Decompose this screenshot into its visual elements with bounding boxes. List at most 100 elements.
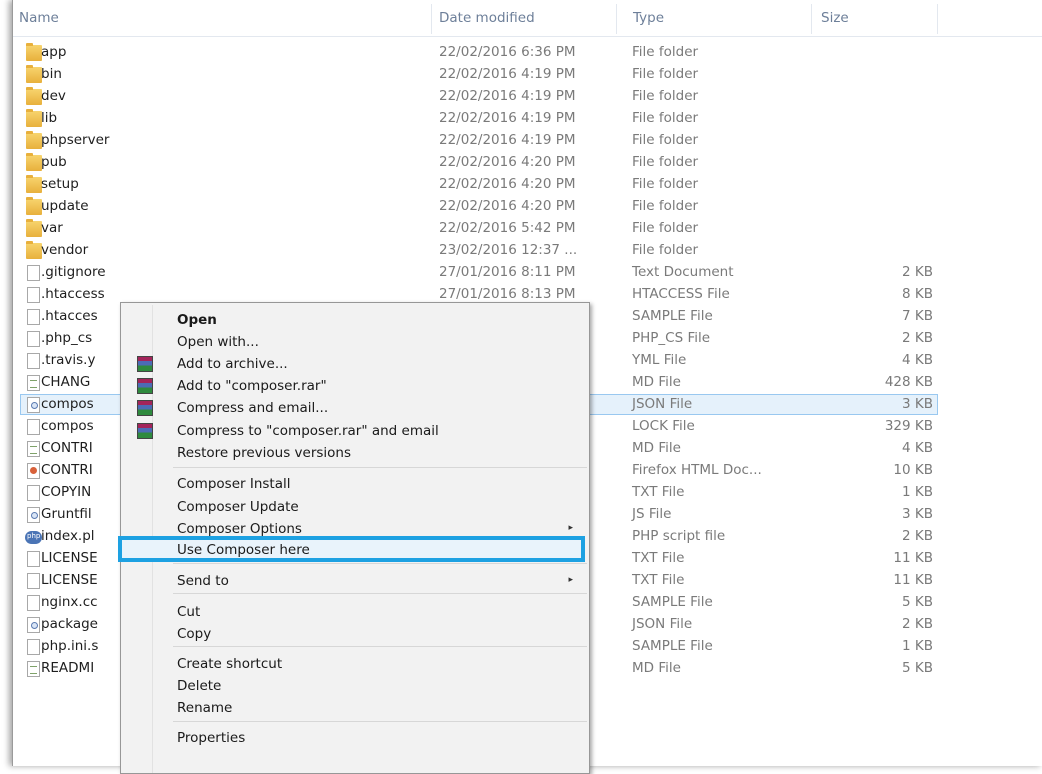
file-type: MD File <box>632 374 681 390</box>
menu-item-composer-install[interactable]: Composer Install <box>121 473 589 495</box>
column-date-header[interactable]: Date modified <box>439 10 535 26</box>
file-icon <box>27 265 40 281</box>
file-row[interactable]: .gitignore 27/01/2016 8:11 PM Text Documen… <box>13 262 1042 284</box>
menu-item-create-shortcut[interactable]: Create shortcut <box>121 653 589 675</box>
menu-item-label: Composer Install <box>177 476 291 492</box>
file-row[interactable]: dev 22/02/2016 4:19 PM File folder <box>13 86 1042 108</box>
file-type: YML File <box>632 352 687 368</box>
menu-item-use-composer-here[interactable]: Use Composer here <box>118 536 589 562</box>
file-size: 1 KB <box>902 638 933 654</box>
menu-item-label: Compress and email... <box>177 400 329 416</box>
menu-item-delete[interactable]: Delete <box>121 675 589 697</box>
folder-icon <box>26 153 42 171</box>
menu-item-add-to-archive[interactable]: Add to archive... <box>121 353 589 375</box>
file-icon <box>27 419 40 435</box>
file-size: 10 KB <box>893 462 933 478</box>
submenu-arrow-icon: ▸ <box>568 575 573 585</box>
file-row[interactable]: pub 22/02/2016 4:20 PM File folder <box>13 152 1042 174</box>
file-icon <box>27 287 40 303</box>
document-icon <box>27 375 40 391</box>
menu-item-send-to[interactable]: Send to ▸ <box>121 570 589 592</box>
file-name: setup <box>41 176 79 192</box>
file-name: update <box>41 198 89 214</box>
file-name: pub <box>41 154 67 170</box>
file-name: dev <box>41 88 66 104</box>
file-type: SAMPLE File <box>632 638 713 654</box>
file-row[interactable]: lib 22/02/2016 4:19 PM File folder <box>13 108 1042 130</box>
column-divider[interactable] <box>937 4 938 34</box>
settings-file-icon <box>27 507 40 523</box>
file-type: File folder <box>632 220 699 236</box>
document-icon <box>27 661 40 677</box>
menu-item-properties[interactable]: Properties <box>121 727 589 749</box>
menu-item-label: Composer Update <box>177 499 299 515</box>
file-size: 4 KB <box>902 440 933 456</box>
file-type: File folder <box>632 88 699 104</box>
file-name: phpserver <box>41 132 110 148</box>
menu-item-restore-previous-versions[interactable]: Restore previous versions <box>121 442 589 464</box>
file-icon <box>27 353 40 369</box>
menu-item-label: Rename <box>177 700 233 716</box>
file-name: bin <box>41 66 62 82</box>
file-type: Text Document <box>632 264 734 280</box>
file-row[interactable]: setup 22/02/2016 4:20 PM File folder <box>13 174 1042 196</box>
file-date: 23/02/2016 12:37 ... <box>439 242 578 258</box>
document-icon <box>27 441 40 457</box>
file-type: HTACCESS File <box>632 286 730 302</box>
file-type: File folder <box>632 132 699 148</box>
column-header: Name Date modified Type Size <box>13 0 1042 37</box>
submenu-arrow-icon: ▸ <box>568 523 573 533</box>
menu-item-cut[interactable]: Cut <box>121 601 589 623</box>
column-size-header[interactable]: Size <box>821 10 849 26</box>
menu-item-composer-update[interactable]: Composer Update <box>121 496 589 518</box>
file-row[interactable]: vendor 23/02/2016 12:37 ... File folder <box>13 240 1042 262</box>
folder-icon <box>26 65 42 83</box>
file-size: 5 KB <box>902 660 933 676</box>
file-name: var <box>41 220 63 236</box>
menu-item-add-to-composer-rar[interactable]: Add to "composer.rar" <box>121 375 589 397</box>
file-date: 22/02/2016 4:19 PM <box>439 88 576 104</box>
file-type: File folder <box>632 44 699 60</box>
file-size: 2 KB <box>902 264 933 280</box>
file-row[interactable]: update 22/02/2016 4:20 PM File folder <box>13 196 1042 218</box>
file-row[interactable]: app 22/02/2016 6:36 PM File folder <box>13 42 1042 64</box>
menu-item-label: Compress to "composer.rar" and email <box>177 423 439 439</box>
menu-item-compress-and-email[interactable]: Compress and email... <box>121 397 589 419</box>
file-icon <box>27 331 40 347</box>
file-date: 22/02/2016 4:20 PM <box>439 198 576 214</box>
menu-item-label: Composer Options <box>177 521 302 537</box>
file-type: TXT File <box>632 484 685 500</box>
menu-item-open[interactable]: Open <box>121 309 589 331</box>
menu-item-open-with[interactable]: Open with... <box>121 331 589 353</box>
file-type: LOCK File <box>632 418 695 434</box>
menu-item-label: Delete <box>177 678 222 694</box>
column-divider[interactable] <box>616 4 617 34</box>
file-type: File folder <box>632 198 699 214</box>
folder-icon <box>26 43 42 61</box>
menu-separator <box>173 563 587 564</box>
file-date: 27/01/2016 8:13 PM <box>439 286 576 302</box>
file-row[interactable]: phpserver 22/02/2016 4:19 PM File folder <box>13 130 1042 152</box>
file-date: 22/02/2016 6:36 PM <box>439 44 576 60</box>
file-type: PHP_CS File <box>632 330 711 346</box>
firefox-file-icon <box>27 463 40 479</box>
column-divider[interactable] <box>811 4 812 34</box>
file-type: SAMPLE File <box>632 594 713 610</box>
file-row[interactable]: var 22/02/2016 5:42 PM File folder <box>13 218 1042 240</box>
column-name-header[interactable]: Name <box>19 10 59 26</box>
file-type: File folder <box>632 66 699 82</box>
menu-separator <box>173 467 587 468</box>
menu-item-rename[interactable]: Rename <box>121 697 589 719</box>
folder-icon <box>26 87 42 105</box>
winrar-icon <box>137 423 153 439</box>
file-name: lib <box>41 110 58 126</box>
file-size: 11 KB <box>893 572 933 588</box>
menu-item-compress-to-composer-rar-and-email[interactable]: Compress to "composer.rar" and email <box>121 420 589 442</box>
file-row[interactable]: bin 22/02/2016 4:19 PM File folder <box>13 64 1042 86</box>
column-divider[interactable] <box>431 4 432 34</box>
column-type-header[interactable]: Type <box>633 10 664 26</box>
file-size: 3 KB <box>902 396 933 412</box>
php-file-icon <box>25 531 42 544</box>
file-icon <box>27 595 40 611</box>
menu-item-copy[interactable]: Copy <box>121 623 589 645</box>
